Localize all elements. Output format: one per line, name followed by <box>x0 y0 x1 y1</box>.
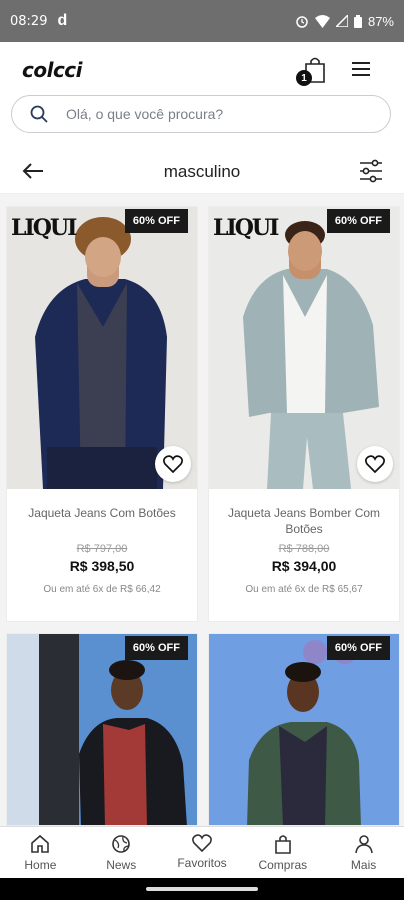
bag-icon <box>274 835 291 854</box>
status-bar: 08:29 d 87% <box>0 0 404 42</box>
search-bar[interactable] <box>11 95 391 133</box>
nav-label: Compras <box>258 858 308 872</box>
filter-button[interactable] <box>358 159 384 188</box>
nav-label: Home <box>24 858 57 872</box>
bottom-navigation: Home News Favoritos Compras Mais <box>0 826 404 878</box>
category-title-bar: masculino <box>0 150 404 194</box>
original-price: R$ 788,00 <box>278 543 330 555</box>
filter-sliders-icon <box>360 159 382 183</box>
alarm-icon <box>295 14 309 28</box>
cart-button[interactable]: 1 <box>296 56 326 86</box>
nav-item-compras[interactable]: Compras <box>242 827 323 878</box>
product-card[interactable]: 60% OFF <box>208 633 400 826</box>
installment-text: Ou em até 6x de R$ 66,42 <box>43 584 161 595</box>
brand-logo[interactable]: colcci <box>22 58 83 82</box>
user-icon <box>354 835 373 854</box>
nav-item-home[interactable]: Home <box>0 827 81 878</box>
sale-price: R$ 398,50 <box>69 558 135 574</box>
app-header: colcci 1 <box>0 42 404 98</box>
discount-badge: 60% OFF <box>124 636 188 660</box>
brand-mark: LIQUI <box>11 215 77 241</box>
status-time: 08:29 <box>10 13 48 29</box>
heart-icon <box>365 455 385 473</box>
discount-badge: 60% OFF <box>326 636 390 660</box>
cart-count-badge: 1 <box>296 70 312 86</box>
wishlist-button[interactable] <box>155 446 191 482</box>
wifi-icon <box>314 14 330 28</box>
product-info: Jaqueta Jeans Bomber Com Botões R$ 788,0… <box>209 489 399 595</box>
heart-icon <box>192 834 212 852</box>
battery-level: 87% <box>367 13 394 29</box>
arrow-left-icon <box>22 163 43 179</box>
menu-button[interactable] <box>352 62 370 76</box>
heart-icon <box>163 455 183 473</box>
discount-badge: 60% OFF <box>326 209 390 233</box>
search-icon <box>30 105 48 123</box>
signal-icon <box>335 15 348 27</box>
nav-item-favoritos[interactable]: Favoritos <box>162 827 243 878</box>
battery-icon <box>353 14 362 28</box>
discount-badge: 60% OFF <box>124 209 188 233</box>
product-image[interactable]: LIQUI 60% OFF <box>7 207 197 489</box>
back-button[interactable] <box>22 162 44 185</box>
original-price: R$ 797,00 <box>76 543 128 555</box>
product-image[interactable]: LIQUI 60% OFF <box>209 207 399 489</box>
home-icon <box>31 834 50 853</box>
product-image[interactable]: 60% OFF <box>209 634 399 825</box>
product-name[interactable]: Jaqueta Jeans Bomber Com Botões <box>209 505 399 537</box>
nav-label: Mais <box>350 858 377 872</box>
product-card[interactable]: LIQUI 60% OFF Jaqueta Jeans Bomber Com B… <box>208 206 400 622</box>
product-card[interactable]: 60% OFF <box>6 633 198 826</box>
home-gesture-handle[interactable] <box>146 887 258 891</box>
search-input[interactable] <box>66 106 346 122</box>
brand-mark: LIQUI <box>213 215 279 241</box>
product-image[interactable]: 60% OFF <box>7 634 197 825</box>
system-gesture-bar <box>0 878 404 900</box>
nav-item-mais[interactable]: Mais <box>323 827 404 878</box>
nav-label: News <box>106 858 137 872</box>
product-card[interactable]: LIQUI 60% OFF Jaqueta Jeans Com Botões R… <box>6 206 198 622</box>
sale-price: R$ 394,00 <box>271 558 337 574</box>
hamburger-icon <box>352 62 370 64</box>
product-name[interactable]: Jaqueta Jeans Com Botões <box>7 505 197 537</box>
product-photo <box>209 634 399 825</box>
page-title: masculino <box>163 161 241 181</box>
globe-icon <box>112 835 130 853</box>
product-photo <box>7 634 197 825</box>
installment-text: Ou em até 6x de R$ 65,67 <box>245 584 363 595</box>
wishlist-button[interactable] <box>357 446 393 482</box>
nav-item-news[interactable]: News <box>81 827 162 878</box>
app-notification-icon: d <box>57 12 68 29</box>
nav-label: Favoritos <box>177 856 227 870</box>
product-info: Jaqueta Jeans Com Botões R$ 797,00 R$ 39… <box>7 489 197 595</box>
